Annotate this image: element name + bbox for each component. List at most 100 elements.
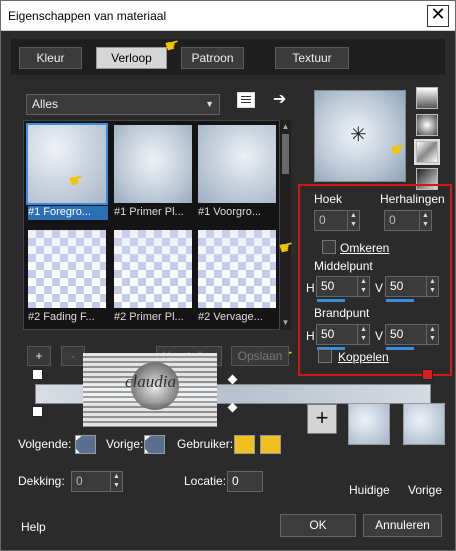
add-stop-button[interactable]: +	[27, 346, 51, 366]
watermark-text: claudia	[125, 372, 176, 391]
locatie-input[interactable]: 0	[227, 471, 263, 492]
middelpunt-v-input[interactable]: 50 ▲ ▼	[385, 276, 439, 302]
spin-arrows-icon[interactable]: ▲ ▼	[110, 472, 122, 491]
tab-bar: Kleur Verloop Patroon Textuur	[11, 39, 445, 75]
gebruiker-swatch-1[interactable]	[234, 435, 255, 454]
tile-caption: #1 Voorgro...	[198, 206, 261, 218]
vorige-preview[interactable]	[403, 403, 445, 445]
dekking-label: Dekking:	[18, 474, 65, 488]
tile-caption: #2 Fading F...	[28, 311, 95, 323]
gebruiker-swatch-2[interactable]	[260, 435, 281, 454]
hoek-value: 0	[319, 213, 326, 227]
huidige-preview	[348, 403, 390, 445]
gradient-tile[interactable]: #2 Primer Pl...	[112, 228, 194, 329]
herhalingen-value: 0	[389, 213, 396, 227]
scroll-down-icon[interactable]: ▼	[280, 318, 291, 328]
middelpunt-v-slider[interactable]	[386, 299, 414, 302]
watermark-logo: claudia	[83, 353, 217, 427]
color-midpoint[interactable]	[227, 402, 238, 413]
tab-verloop[interactable]: Verloop	[96, 47, 167, 69]
color-stop-start[interactable]	[32, 406, 43, 417]
omkeren-label: Omkeren	[340, 241, 390, 255]
spin-arrows-icon[interactable]: ▲ ▼	[357, 325, 369, 344]
rectangular-style-button[interactable]	[414, 139, 440, 165]
gradient-thumbnail	[114, 125, 192, 203]
hoek-label: Hoek	[314, 192, 343, 206]
v-label: V	[375, 329, 384, 343]
spin-arrows-icon[interactable]: ▲ ▼	[357, 277, 369, 296]
chevron-down-icon: ▼	[205, 99, 214, 109]
window-title: Eigenschappen van materiaal	[8, 9, 167, 23]
dropdown-value: Alles	[32, 97, 59, 111]
gradient-thumbnail	[198, 230, 276, 308]
omkeren-checkbox[interactable]	[322, 240, 336, 254]
hoek-input[interactable]: 0 ▲ ▼	[314, 210, 360, 231]
gradient-thumbnail	[114, 230, 192, 308]
middelpunt-h-slider[interactable]	[317, 299, 345, 302]
library-icon[interactable]	[237, 92, 255, 108]
help-label[interactable]: Help	[21, 520, 46, 534]
h-label: H	[306, 329, 315, 343]
locatie-value: 0	[232, 474, 239, 488]
scroll-up-icon[interactable]: ▲	[280, 122, 291, 132]
remove-stop-button[interactable]: -	[61, 346, 85, 366]
v-label: V	[375, 281, 384, 295]
dekking-input[interactable]: 0 ▲ ▼	[71, 471, 123, 492]
spin-arrows-icon[interactable]: ▲ ▼	[419, 211, 431, 230]
brandpunt-v-slider[interactable]	[386, 347, 414, 350]
linear-style-button[interactable]	[416, 87, 438, 109]
opacity-stop-end[interactable]	[422, 369, 433, 380]
center-marker-icon[interactable]: ✳	[350, 122, 367, 146]
brandpunt-label: Brandpunt	[314, 306, 370, 320]
h-label: H	[306, 281, 315, 295]
close-button[interactable]: ✕	[427, 5, 449, 27]
radial-style-button[interactable]	[416, 114, 438, 136]
vorige-preview-label: Vorige	[408, 483, 443, 497]
gradient-tile[interactable]: #2 Vervage...	[196, 228, 278, 329]
gallery-scrollbar[interactable]: ▲ ▼	[279, 120, 291, 330]
gradient-thumbnail	[26, 123, 108, 205]
title-bar: Eigenschappen van materiaal ✕	[1, 1, 455, 31]
gradient-tile[interactable]: #1 Primer Pl...	[112, 123, 194, 225]
gradient-thumbnail	[198, 125, 276, 203]
locatie-label: Locatie:	[184, 474, 227, 488]
tab-patroon[interactable]: Patroon	[181, 47, 244, 69]
opacity-stop-start[interactable]	[32, 369, 43, 380]
brandpunt-v-value: 50	[390, 327, 404, 341]
tile-caption: #2 Primer Pl...	[114, 311, 184, 323]
gradient-filter-dropdown[interactable]: Alles ▼	[26, 94, 220, 115]
tab-textuur[interactable]: Textuur	[275, 47, 349, 69]
middelpunt-h-input[interactable]: 50 ▲ ▼	[316, 276, 370, 302]
volgende-label: Volgende:	[18, 437, 72, 451]
herhalingen-input[interactable]: 0 ▲ ▼	[384, 210, 432, 231]
tile-caption: #2 Vervage...	[198, 311, 263, 323]
gradient-tile[interactable]: #2 Fading F...	[26, 228, 108, 329]
scroll-thumb[interactable]	[282, 134, 289, 174]
brandpunt-h-value: 50	[321, 327, 335, 341]
middelpunt-v-value: 50	[390, 279, 404, 293]
tab-kleur[interactable]: Kleur	[19, 47, 82, 69]
spin-arrows-icon[interactable]: ▲ ▼	[426, 277, 438, 296]
vorige-swatch[interactable]	[144, 435, 165, 454]
gradient-thumbnail	[28, 230, 106, 308]
ok-button[interactable]: OK	[280, 514, 356, 537]
tile-caption: #1 Primer Pl...	[114, 206, 184, 218]
middelpunt-h-value: 50	[321, 279, 335, 293]
gradient-tile[interactable]: #1 Voorgro...	[196, 123, 278, 225]
spin-arrows-icon[interactable]: ▲ ▼	[426, 325, 438, 344]
koppelen-label: Koppelen	[338, 350, 389, 364]
spin-arrows-icon[interactable]: ▲ ▼	[347, 211, 359, 230]
volgende-swatch[interactable]	[75, 435, 96, 454]
gradient-gallery: #1 Foregro... #1 Primer Pl... #1 Voorgro…	[23, 120, 281, 330]
cancel-button[interactable]: Annuleren	[363, 514, 442, 537]
arrow-right-icon[interactable]: ➔	[273, 89, 286, 108]
opslaan-button[interactable]: Opslaan	[231, 346, 289, 366]
opacity-midpoint[interactable]	[227, 374, 238, 385]
gradient-properties-panel: Hoek Herhalingen 0 ▲ ▼ 0 ▲ ▼ Omkeren Midde…	[298, 184, 452, 376]
brandpunt-h-input[interactable]: 50 ▲ ▼	[316, 324, 370, 350]
koppelen-checkbox[interactable]	[318, 349, 332, 363]
gradient-preview: ✳	[314, 90, 406, 182]
vorige-label: Vorige:	[106, 437, 144, 451]
brandpunt-v-input[interactable]: 50 ▲ ▼	[385, 324, 439, 350]
add-to-library-button[interactable]: +	[307, 404, 337, 434]
